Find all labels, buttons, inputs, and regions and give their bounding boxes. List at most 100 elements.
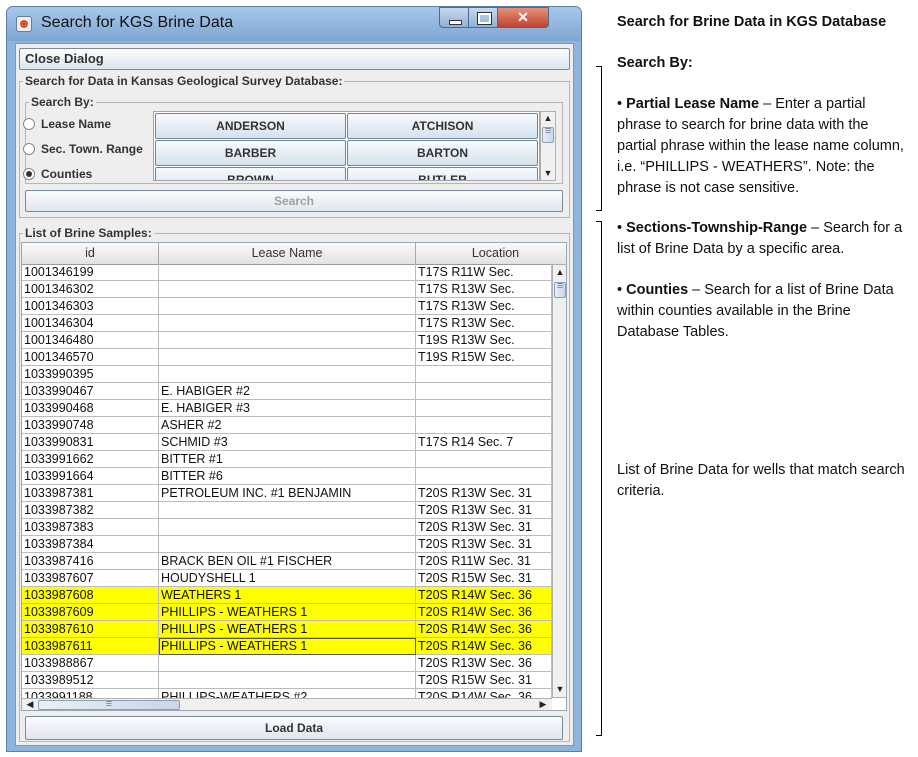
- table-row[interactable]: 1001346304 T17S R13W Sec.: [22, 315, 552, 332]
- table-row[interactable]: 1033991662 BITTER #1: [22, 451, 552, 468]
- table-cell-id[interactable]: 1033987416: [22, 553, 159, 570]
- table-cell-location[interactable]: T17S R11W Sec.: [416, 264, 552, 281]
- table-cell-lease[interactable]: [159, 366, 416, 383]
- radio-lease-name[interactable]: Lease Name: [23, 116, 163, 134]
- table-cell-location[interactable]: [416, 383, 552, 400]
- table-cell-lease[interactable]: [159, 672, 416, 689]
- scroll-down-arrow-icon[interactable]: ▼: [541, 168, 555, 178]
- column-header-id[interactable]: id: [22, 243, 159, 264]
- table-cell-id[interactable]: 1001346570: [22, 349, 159, 366]
- table-cell-lease[interactable]: BITTER #6: [159, 468, 416, 485]
- table-cell-location[interactable]: T20S R14W Sec. 36: [416, 604, 552, 621]
- table-cell-location[interactable]: T20S R14W Sec. 36: [416, 587, 552, 604]
- table-cell-lease[interactable]: [159, 655, 416, 672]
- table-cell-location[interactable]: T20S R13W Sec. 31: [416, 536, 552, 553]
- table-cell-location[interactable]: [416, 468, 552, 485]
- table-row[interactable]: 1033987608 WEATHERS 1 T20S R14W Sec. 36: [22, 587, 552, 604]
- table-row[interactable]: 1033987610 PHILLIPS - WEATHERS 1 T20S R14W…: [22, 621, 552, 638]
- table-hscroll-thumb[interactable]: [38, 698, 180, 710]
- table-cell-location[interactable]: T20S R13W Sec. 36: [416, 655, 552, 672]
- table-vertical-scrollbar[interactable]: ▲ ▼: [552, 264, 566, 698]
- radio-sec-town-range[interactable]: Sec. Town. Range: [23, 141, 163, 159]
- table-cell-lease[interactable]: WEATHERS 1: [159, 587, 416, 604]
- maximize-button[interactable]: [468, 7, 498, 28]
- table-cell-lease[interactable]: [159, 519, 416, 536]
- table-cell-id[interactable]: 1033987382: [22, 502, 159, 519]
- scroll-right-arrow-icon[interactable]: ▶: [537, 699, 549, 710]
- table-row[interactable]: 1033991664 BITTER #6: [22, 468, 552, 485]
- table-cell-location[interactable]: T20S R13W Sec. 31: [416, 502, 552, 519]
- table-cell-id[interactable]: 1033990468: [22, 400, 159, 417]
- table-cell-location[interactable]: T19S R15W Sec.: [416, 349, 552, 366]
- table-cell-location[interactable]: T20S R15W Sec. 31: [416, 672, 552, 689]
- table-row[interactable]: 1033987609 PHILLIPS - WEATHERS 1 T20S R14W…: [22, 604, 552, 621]
- column-header-lease-name[interactable]: Lease Name: [159, 243, 416, 264]
- table-cell-location[interactable]: T20S R14W Sec. 36: [416, 621, 552, 638]
- table-cell-id[interactable]: 1033989512: [22, 672, 159, 689]
- table-row[interactable]: 1033987416 BRACK BEN OIL #1 FISCHER T20S R…: [22, 553, 552, 570]
- table-cell-lease[interactable]: [159, 298, 416, 315]
- table-cell-id[interactable]: 1001346199: [22, 264, 159, 281]
- table-cell-id[interactable]: 1033991662: [22, 451, 159, 468]
- table-row[interactable]: 1001346199 T17S R11W Sec.: [22, 264, 552, 281]
- table-cell-location[interactable]: T20S R14W Sec. 36: [416, 638, 552, 655]
- load-data-button[interactable]: Load Data: [25, 716, 563, 740]
- table-row[interactable]: 1033988867 T20S R13W Sec. 36: [22, 655, 552, 672]
- table-cell-id[interactable]: 1033987610: [22, 621, 159, 638]
- table-cell-id[interactable]: 1033987608: [22, 587, 159, 604]
- table-cell-location[interactable]: T17S R13W Sec.: [416, 281, 552, 298]
- table-cell-lease[interactable]: [159, 349, 416, 366]
- table-cell-location[interactable]: T20S R13W Sec. 31: [416, 519, 552, 536]
- county-button[interactable]: BUTLER: [347, 167, 538, 180]
- column-header-location[interactable]: Location: [416, 243, 566, 264]
- scroll-up-arrow-icon[interactable]: ▲: [553, 267, 566, 277]
- table-cell-id[interactable]: 1033990467: [22, 383, 159, 400]
- table-cell-id[interactable]: 1001346304: [22, 315, 159, 332]
- table-cell-lease[interactable]: PHILLIPS - WEATHERS 1: [159, 621, 416, 638]
- table-cell-lease[interactable]: [159, 315, 416, 332]
- table-row[interactable]: 1033987611 PHILLIPS - WEATHERS 1 T20S R14W…: [22, 638, 552, 655]
- search-button[interactable]: Search: [25, 190, 563, 212]
- scroll-up-arrow-icon[interactable]: ▲: [541, 113, 555, 123]
- table-row[interactable]: 1001346302 T17S R13W Sec.: [22, 281, 552, 298]
- table-cell-lease[interactable]: PHILLIPS - WEATHERS 1: [159, 638, 416, 655]
- table-cell-location[interactable]: T20S R13W Sec. 31: [416, 485, 552, 502]
- table-cell-id[interactable]: 1033987384: [22, 536, 159, 553]
- table-row[interactable]: 1033989512 T20S R15W Sec. 31: [22, 672, 552, 689]
- table-cell-id[interactable]: 1033991664: [22, 468, 159, 485]
- table-cell-location[interactable]: T20S R11W Sec. 31: [416, 553, 552, 570]
- table-cell-id[interactable]: 1033987611: [22, 638, 159, 655]
- table-row[interactable]: 1033987607 HOUDYSHELL 1 T20S R15W Sec. 31: [22, 570, 552, 587]
- table-cell-location[interactable]: T19S R13W Sec.: [416, 332, 552, 349]
- close-dialog-button[interactable]: Close Dialog: [19, 48, 570, 70]
- table-cell-id[interactable]: 1033990831: [22, 434, 159, 451]
- table-cell-lease[interactable]: [159, 264, 416, 281]
- radio-sec-town-range-dot[interactable]: [23, 143, 35, 155]
- county-button[interactable]: BARBER: [155, 140, 346, 166]
- table-cell-lease[interactable]: E. HABIGER #3: [159, 400, 416, 417]
- table-row[interactable]: 1001346480 T19S R13W Sec.: [22, 332, 552, 349]
- minimize-button[interactable]: [439, 7, 469, 28]
- table-row[interactable]: 1033990831 SCHMID #3 T17S R14 Sec. 7: [22, 434, 552, 451]
- table-cell-location[interactable]: T17S R14 Sec. 7: [416, 434, 552, 451]
- table-row[interactable]: 1033990467 E. HABIGER #2: [22, 383, 552, 400]
- table-cell-id[interactable]: 1001346480: [22, 332, 159, 349]
- table-cell-lease[interactable]: SCHMID #3: [159, 434, 416, 451]
- radio-counties-dot[interactable]: [23, 168, 35, 180]
- county-button[interactable]: BROWN: [155, 167, 346, 180]
- table-row[interactable]: 1033991188 PHILLIPS-WEATHERS #2 T20S R14W …: [22, 689, 552, 698]
- county-button[interactable]: ATCHISON: [347, 113, 538, 139]
- table-cell-id[interactable]: 1033991188: [22, 689, 159, 698]
- table-cell-location[interactable]: T20S R15W Sec. 31: [416, 570, 552, 587]
- table-row[interactable]: 1033987381 PETROLEUM INC. #1 BENJAMIN T20S…: [22, 485, 552, 502]
- table-cell-location[interactable]: [416, 451, 552, 468]
- table-row[interactable]: 1001346303 T17S R13W Sec.: [22, 298, 552, 315]
- scroll-down-arrow-icon[interactable]: ▼: [553, 684, 566, 694]
- table-cell-lease[interactable]: PETROLEUM INC. #1 BENJAMIN: [159, 485, 416, 502]
- table-cell-lease[interactable]: PHILLIPS-WEATHERS #2: [159, 689, 416, 698]
- table-row[interactable]: 1033987382 T20S R13W Sec. 31: [22, 502, 552, 519]
- table-cell-lease[interactable]: [159, 281, 416, 298]
- title-bar[interactable]: Search for KGS Brine Data: [7, 7, 581, 41]
- table-cell-id[interactable]: 1001346302: [22, 281, 159, 298]
- table-row[interactable]: 1033990395: [22, 366, 552, 383]
